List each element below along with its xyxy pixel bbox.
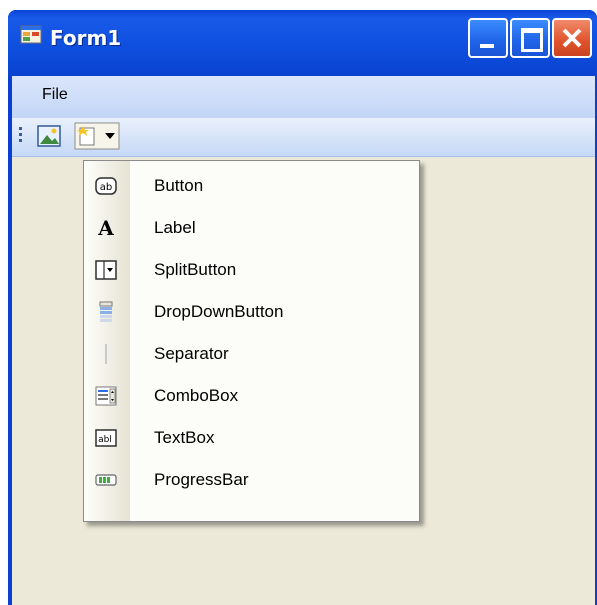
menu-item-splitbutton[interactable]: SplitButton xyxy=(84,249,419,291)
progressbar-icon xyxy=(95,474,117,486)
menu-item-label: ComboBox xyxy=(154,386,239,405)
menu-item-label: TextBox xyxy=(154,428,215,447)
add-item-dropdown-menu: ab Button A Label SplitButton DropDownBu… xyxy=(83,160,420,522)
menu-item-label: ProgressBar xyxy=(154,470,249,489)
toolstrip xyxy=(12,118,595,157)
image-tool-icon[interactable] xyxy=(36,123,62,149)
menu-item-dropdownbutton[interactable]: DropDownButton xyxy=(84,291,419,333)
form-window-icon[interactable] xyxy=(20,24,42,46)
menu-bar: File xyxy=(12,76,595,118)
menu-item-progressbar[interactable]: ProgressBar xyxy=(84,459,419,501)
separator-icon xyxy=(105,344,107,364)
button-icon: ab xyxy=(95,177,117,195)
label-icon: A xyxy=(97,216,114,240)
combobox-icon xyxy=(95,386,117,406)
menu-item-label: Label xyxy=(154,218,196,237)
toolstrip-grip[interactable] xyxy=(19,127,22,147)
minimize-button[interactable] xyxy=(468,18,508,58)
svg-text:ab: ab xyxy=(100,182,112,193)
dropdownbutton-icon xyxy=(99,301,113,322)
add-item-dropdown-icon[interactable] xyxy=(74,122,120,150)
textbox-icon: abl xyxy=(95,429,117,447)
close-button[interactable] xyxy=(552,18,592,58)
form-window: Form1 File ab Button A Label SplitButton… xyxy=(8,10,597,605)
splitbutton-icon xyxy=(95,260,117,280)
menu-item-label: SplitButton xyxy=(154,260,237,279)
menu-item-button[interactable]: ab Button xyxy=(84,165,419,207)
menu-item-separator[interactable]: Separator xyxy=(84,333,419,375)
maximize-icon xyxy=(521,28,543,52)
minimize-icon xyxy=(480,44,494,48)
svg-text:A: A xyxy=(97,216,114,240)
svg-text:abl: abl xyxy=(98,435,112,445)
close-icon xyxy=(562,28,582,48)
menu-file[interactable]: File xyxy=(42,86,68,104)
menu-item-label: Separator xyxy=(154,344,229,363)
menu-item-label: Button xyxy=(154,176,204,195)
title-bar[interactable]: Form1 xyxy=(8,10,597,76)
menu-item-textbox[interactable]: abl TextBox xyxy=(84,417,419,459)
menu-item-label: DropDownButton xyxy=(154,302,284,321)
maximize-button[interactable] xyxy=(510,18,550,58)
menu-item-combobox[interactable]: ComboBox xyxy=(84,375,419,417)
menu-item-label[interactable]: A Label xyxy=(84,207,419,249)
window-title: Form1 xyxy=(50,26,122,50)
